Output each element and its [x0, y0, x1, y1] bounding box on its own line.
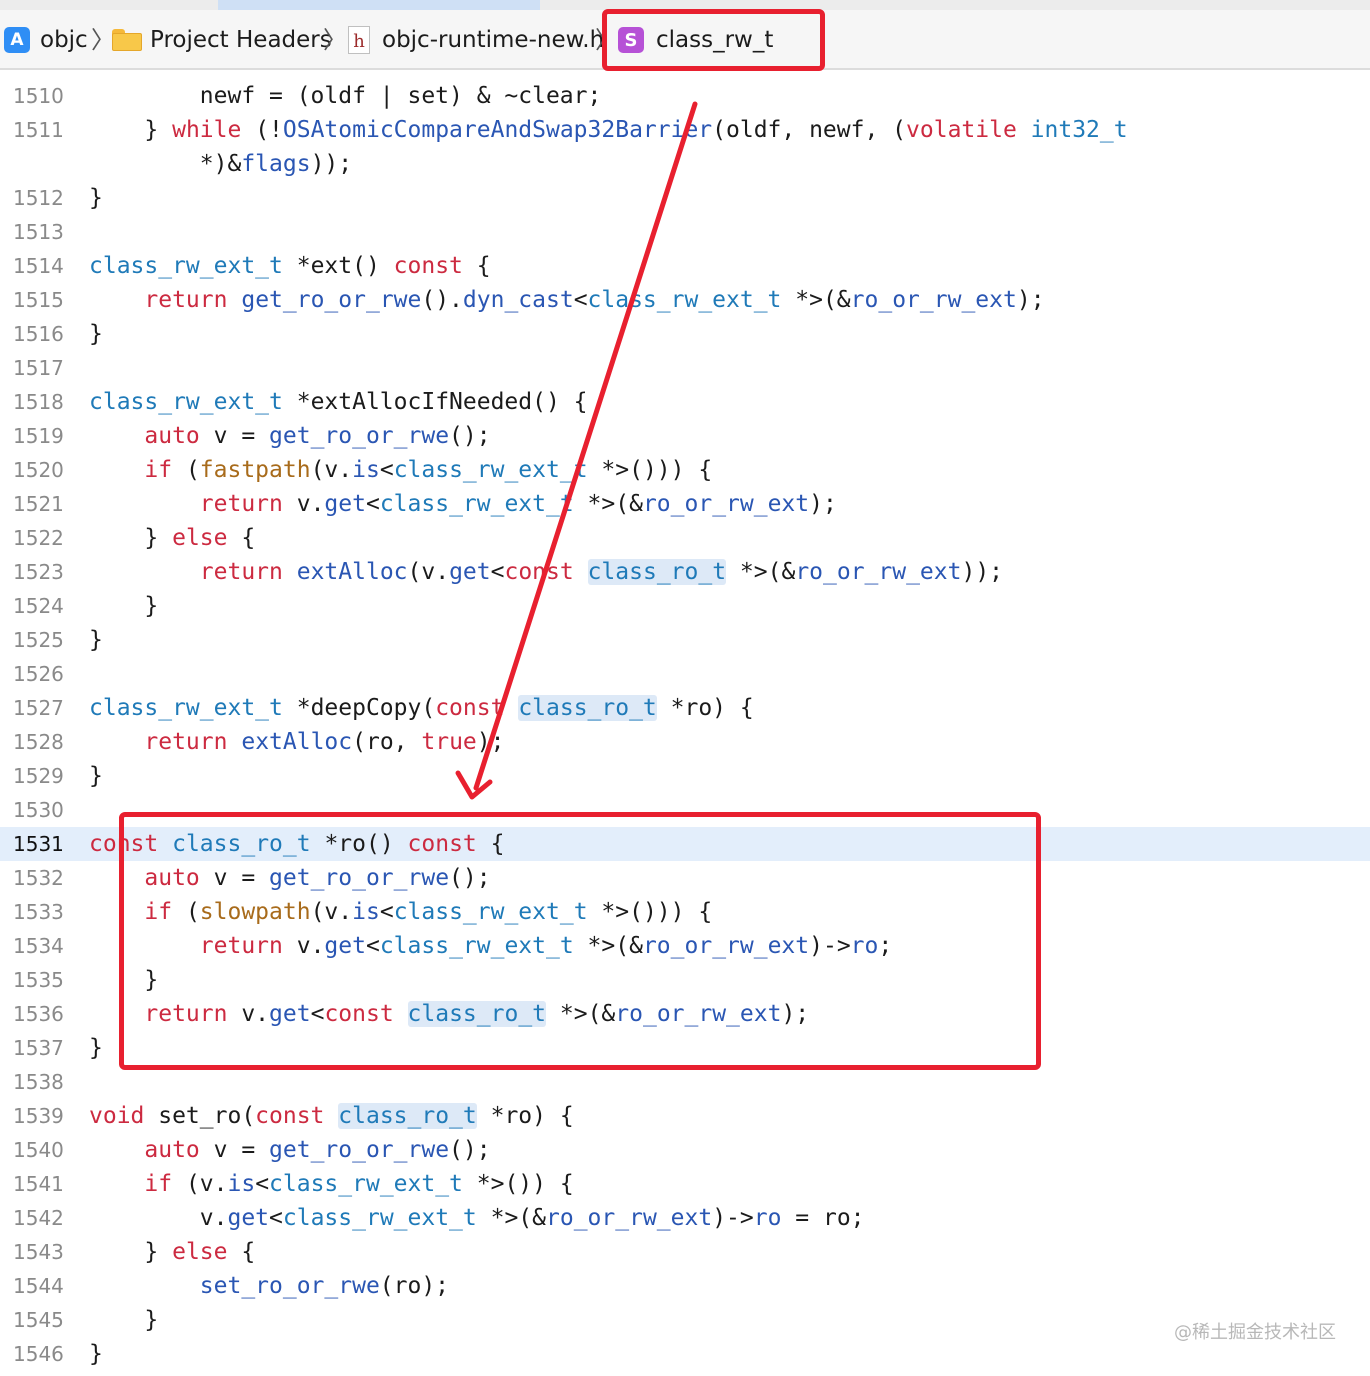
watermark: @稀土掘金技术社区 [1174, 1322, 1336, 1343]
annotation-arrow [455, 101, 698, 800]
